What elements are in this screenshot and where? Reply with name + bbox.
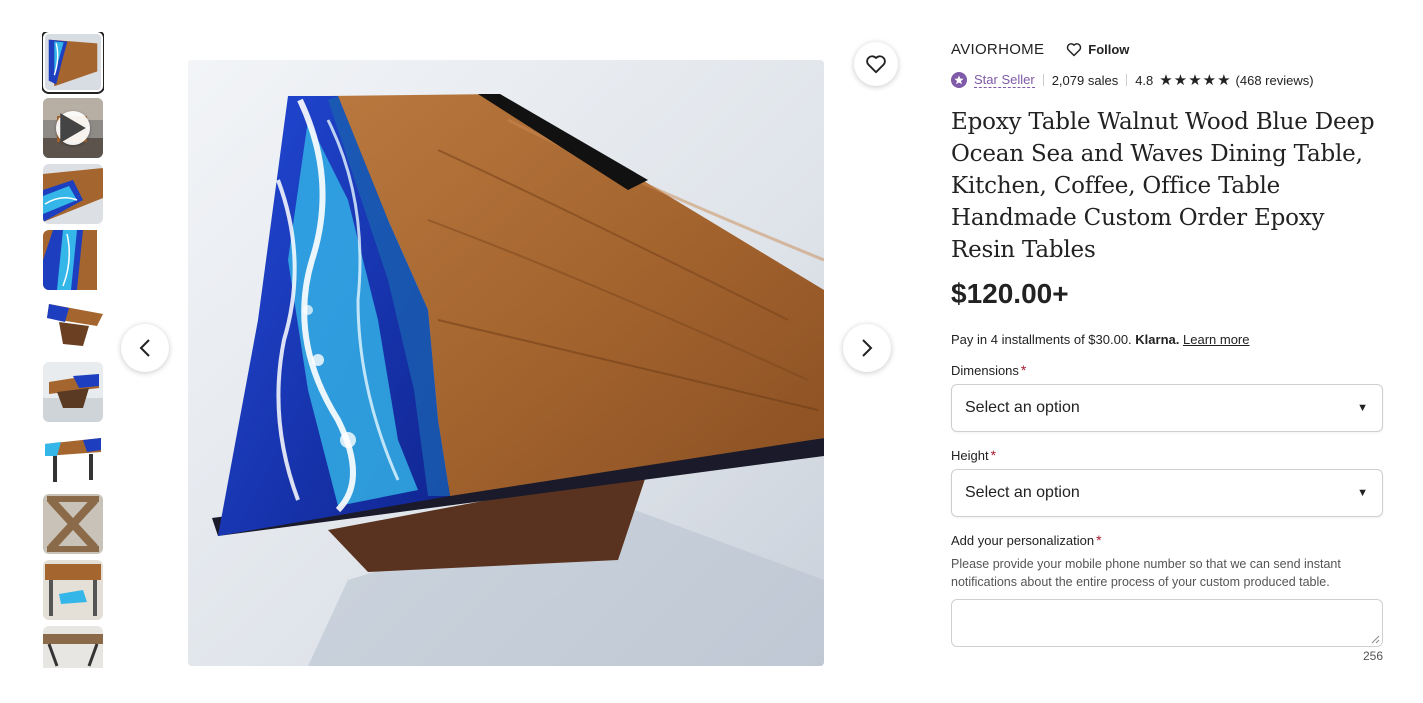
product-details: AVIORHOME Follow Star Seller 2,079 sales… <box>951 36 1383 663</box>
height-label: Height * <box>951 447 997 463</box>
rating-score: 4.8 <box>1135 72 1154 88</box>
thumbnail-image <box>43 560 103 620</box>
thumbnail-image <box>43 428 103 488</box>
favorite-button[interactable] <box>854 42 898 86</box>
follow-button[interactable]: Follow <box>1066 42 1129 57</box>
thumbnail-10[interactable] <box>43 626 103 668</box>
thumbnail-image <box>43 494 103 554</box>
star-icon: ★ <box>1159 71 1173 89</box>
thumbnail-image <box>43 230 103 290</box>
chevron-right-icon <box>862 339 873 357</box>
thumbnail-image <box>43 296 103 356</box>
thumbnail-image <box>43 164 103 224</box>
follow-label: Follow <box>1088 41 1130 57</box>
thumbnail-4[interactable] <box>43 230 103 290</box>
dimensions-select[interactable]: Select an option ▼ <box>951 384 1383 432</box>
review-count[interactable]: (468 reviews) <box>1236 73 1314 88</box>
heart-icon <box>866 55 886 74</box>
required-mark: * <box>990 447 997 463</box>
star-icon: ★ <box>1188 71 1202 89</box>
personalization-label: Add your personalization * <box>951 532 1102 548</box>
star-seller-icon <box>951 72 967 88</box>
thumbnail-5[interactable] <box>43 296 103 356</box>
chevron-left-icon <box>139 339 150 357</box>
divider <box>1042 74 1044 86</box>
character-counter: 256 <box>1362 649 1383 663</box>
product-price: $120.00+ <box>951 278 1069 309</box>
heart-icon <box>1067 42 1082 56</box>
thumbnail-9[interactable] <box>43 560 103 620</box>
product-title: Epoxy Table Walnut Wood Blue Deep Ocean … <box>951 109 1375 263</box>
thumbnail-strip <box>42 32 104 668</box>
shop-name-link[interactable]: AVIORHOME <box>951 41 1044 58</box>
epoxy-table-photo <box>188 60 824 666</box>
height-select[interactable]: Select an option ▼ <box>951 469 1383 517</box>
personalization-textarea[interactable] <box>951 599 1383 647</box>
sales-count: 2,079 sales <box>1051 72 1119 88</box>
required-mark: * <box>1020 362 1027 378</box>
thumbnail-image <box>43 362 103 422</box>
height-select-value: Select an option <box>965 484 1080 501</box>
dimensions-select-value: Select an option <box>965 399 1080 416</box>
caret-down-icon: ▼ <box>1357 402 1368 414</box>
thumbnail-image <box>43 626 103 668</box>
personalization-help-text: Please provide your mobile phone number … <box>951 557 1341 589</box>
main-product-image[interactable] <box>188 60 824 666</box>
star-icon: ★ <box>1202 71 1217 89</box>
thumbnail-6[interactable] <box>43 362 103 422</box>
divider <box>1126 74 1128 86</box>
rating-row: Star Seller 2,079 sales 4.8 ★ ★ ★ ★ ★ (4… <box>951 71 1383 89</box>
star-seller-link[interactable]: Star Seller <box>974 72 1035 88</box>
shop-row: AVIORHOME Follow <box>951 36 1383 62</box>
previous-image-button[interactable] <box>121 324 169 372</box>
resize-grip-icon[interactable] <box>1371 635 1380 644</box>
play-icon[interactable] <box>56 111 90 145</box>
klarna-text: Pay in 4 installments of $30.00. <box>951 332 1132 347</box>
thumbnail-8[interactable] <box>43 494 103 554</box>
klarna-installments: Pay in 4 installments of $30.00. Klarna.… <box>951 332 1383 347</box>
next-image-button[interactable] <box>843 324 891 372</box>
thumbnail-2-video[interactable] <box>43 98 103 158</box>
klarna-learn-more-link[interactable]: Learn more <box>1183 332 1249 347</box>
thumbnail-1[interactable] <box>42 32 104 94</box>
thumbnail-3[interactable] <box>43 164 103 224</box>
dimensions-label: Dimensions * <box>951 362 1027 378</box>
star-icon: ★ <box>1217 71 1231 89</box>
star-rating[interactable]: ★ ★ ★ ★ ★ <box>1159 73 1231 88</box>
required-mark: * <box>1096 532 1102 548</box>
star-icon: ★ <box>1173 71 1188 89</box>
thumbnail-image <box>45 34 101 90</box>
caret-down-icon: ▼ <box>1357 487 1368 499</box>
thumbnail-7[interactable] <box>43 428 103 488</box>
klarna-brand: Klarna. <box>1135 332 1180 347</box>
